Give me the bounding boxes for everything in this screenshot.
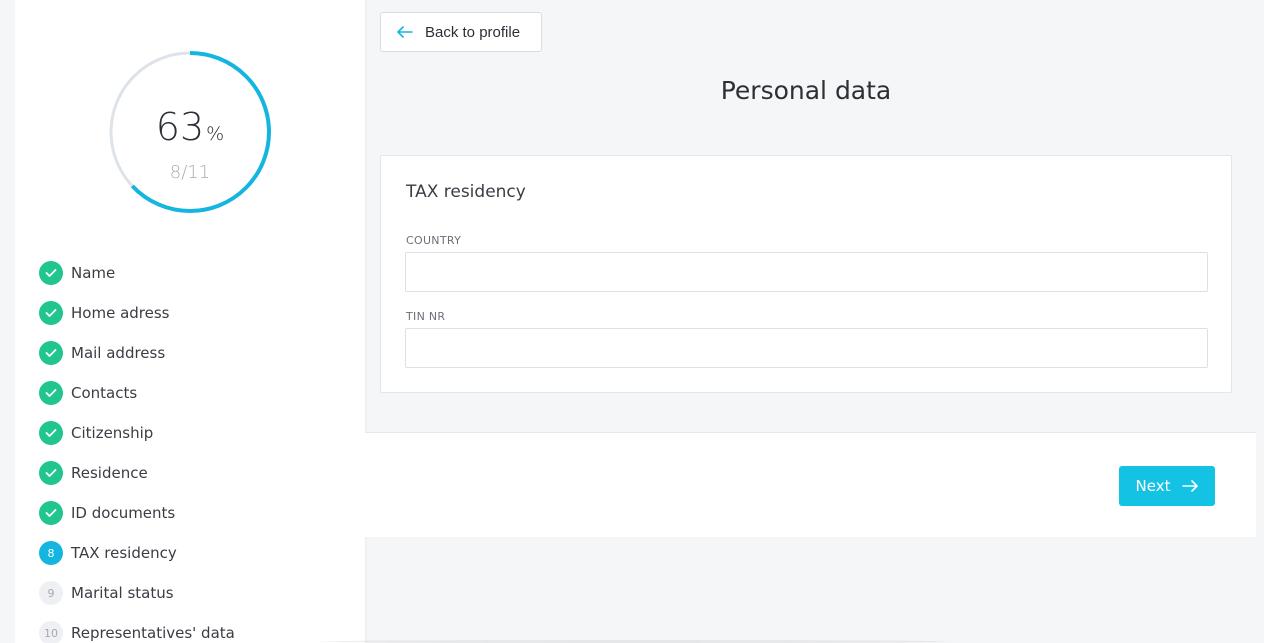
progress-percent: 63%	[108, 105, 272, 149]
step-label: Mail address	[71, 344, 166, 362]
progress-percent-sign: %	[206, 123, 225, 145]
step-label: Representatives' data	[71, 624, 235, 642]
steps-list: Name Home adress Mail address Contacts Citiz…	[39, 253, 235, 643]
step-item[interactable]: ID documents	[39, 493, 235, 533]
tin-input[interactable]	[405, 328, 1208, 368]
check-icon	[39, 381, 63, 405]
back-to-profile-label: Back to profile	[425, 23, 521, 41]
step-label: ID documents	[71, 504, 176, 522]
step-label: Residence	[71, 464, 148, 482]
step-label: TAX residency	[71, 544, 177, 562]
step-number-badge: 10	[39, 621, 63, 643]
form-footer: Next	[365, 432, 1256, 537]
step-number-badge: 8	[39, 541, 63, 565]
step-item[interactable]: Residence	[39, 453, 235, 493]
tin-label: TIN NR	[406, 310, 446, 323]
step-label: Name	[71, 264, 116, 282]
step-label: Citizenship	[71, 424, 154, 442]
step-number-badge: 9	[39, 581, 63, 605]
step-item[interactable]: 10 Representatives' data	[39, 613, 235, 643]
check-icon	[39, 341, 63, 365]
country-label: COUNTRY	[406, 234, 462, 247]
progress-step-count: 8/11	[169, 162, 211, 183]
step-item[interactable]: Contacts	[39, 373, 235, 413]
step-item[interactable]: Name	[39, 253, 235, 293]
check-icon	[39, 461, 63, 485]
step-item[interactable]: 9 Marital status	[39, 573, 235, 613]
step-item[interactable]: Home adress	[39, 293, 235, 333]
step-label: Marital status	[71, 584, 174, 602]
step-item[interactable]: Citizenship	[39, 413, 235, 453]
back-to-profile-button[interactable]: Back to profile	[380, 12, 542, 52]
page-title: Personal data	[720, 76, 892, 105]
tax-residency-card: TAX residency COUNTRY TIN NR	[380, 155, 1232, 393]
step-label: Contacts	[71, 384, 138, 402]
step-item[interactable]: 8 TAX residency	[39, 533, 235, 573]
progress-sidebar: 63% 8/11 Name Home adress Mail address Cont…	[15, 0, 365, 643]
check-icon	[39, 501, 63, 525]
next-button[interactable]: Next	[1119, 466, 1215, 506]
check-icon	[39, 421, 63, 445]
progress-percent-value: 63	[155, 105, 205, 149]
step-label: Home adress	[71, 304, 170, 322]
step-item[interactable]: Mail address	[39, 333, 235, 373]
check-icon	[39, 261, 63, 285]
next-label: Next	[1135, 477, 1171, 495]
check-icon	[39, 301, 63, 325]
country-input[interactable]	[405, 252, 1208, 292]
progress-ring: 63% 8/11	[108, 50, 272, 214]
arrow-right-icon	[1182, 480, 1199, 492]
section-title: TAX residency	[406, 182, 526, 202]
arrow-left-icon	[397, 26, 413, 38]
